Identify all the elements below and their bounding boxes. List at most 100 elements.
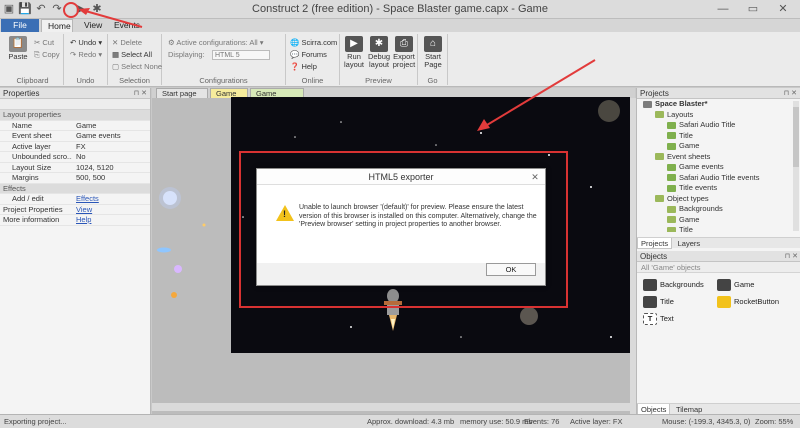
property-row[interactable]: Margins 500, 500 <box>0 173 150 184</box>
property-grid: Layout properties Name Game Event sheet Game… <box>0 110 150 226</box>
pin-close-icon[interactable]: ⊓ ✕ <box>784 88 797 99</box>
export-project-button[interactable]: ⎙ Export project <box>392 36 416 69</box>
property-value[interactable]: No <box>72 152 150 162</box>
paste-button[interactable]: 📋 Paste <box>6 36 30 61</box>
property-row[interactable]: More information Help <box>0 215 150 226</box>
property-value[interactable]: 500, 500 <box>72 173 150 183</box>
minimize-icon[interactable]: — <box>710 1 736 17</box>
canvas-horizontal-scrollbar[interactable] <box>152 403 630 411</box>
scroll-thumb[interactable] <box>793 107 799 167</box>
status-mouse: Mouse: (-199.3, 4345.3, 0) <box>662 417 751 426</box>
tree-node-label: Game <box>679 214 700 224</box>
displaying-label: Displaying: <box>168 50 205 59</box>
close-icon[interactable]: ✕ <box>529 171 541 183</box>
property-value[interactable]: Game <box>72 121 150 131</box>
tree-node[interactable]: Safari Audio Title events <box>637 173 794 184</box>
tree-node[interactable]: Game <box>637 141 794 152</box>
run-layout-label: Run layout <box>343 52 364 69</box>
tree-node[interactable]: Event sheets <box>637 152 794 163</box>
property-category[interactable]: Layout properties <box>0 110 150 121</box>
pin-close-icon[interactable]: ⊓ ✕ <box>134 88 147 99</box>
help-link[interactable]: ❓ Help <box>290 62 317 71</box>
objects-tabs: Objects Tilemap <box>637 403 800 415</box>
debug-layout-button[interactable]: ✱ Debug layout <box>367 36 391 69</box>
tree-node[interactable]: Game <box>637 215 794 226</box>
dialog-title: HTML5 exporter <box>257 169 545 185</box>
property-row[interactable]: Add / edit Effects <box>0 194 150 205</box>
select-none-button[interactable]: ▢ Select None <box>112 62 162 71</box>
folder-icon <box>655 153 664 161</box>
close-icon[interactable]: ✕ <box>770 1 796 17</box>
object-label: Title <box>660 296 674 306</box>
start-page-button[interactable]: ⌂ Start Page <box>421 36 445 69</box>
objects-filter[interactable]: All 'Game' objects <box>637 262 800 273</box>
tab-home[interactable]: Home <box>41 19 73 32</box>
tree-node[interactable]: Game events <box>637 162 794 173</box>
planet <box>598 100 620 122</box>
projects-panel: Projects ⊓ ✕ Space Blaster* Layouts Safari … <box>636 88 800 415</box>
select-all-button[interactable]: ▦ Select All <box>112 50 152 59</box>
redo-button[interactable]: ↷ Redo ▾ <box>70 50 102 59</box>
property-row[interactable]: Active layer FX <box>0 142 150 152</box>
object-text[interactable]: T Text <box>643 313 674 325</box>
object-rocketbutton[interactable]: RocketButton <box>717 296 779 308</box>
displaying-select[interactable]: HTML 5 <box>212 50 270 60</box>
property-row[interactable]: Unbounded scro... No <box>0 152 150 163</box>
tree-node[interactable]: Safari Audio Title <box>637 120 794 131</box>
objects-header: Objects ⊓ ✕ <box>637 251 800 262</box>
star <box>590 186 592 188</box>
tab-layers[interactable]: Layers <box>675 238 704 249</box>
delete-button[interactable]: ✕ Delete <box>112 38 142 47</box>
ok-button[interactable]: OK <box>486 263 536 276</box>
tree-node[interactable]: Title <box>637 225 794 232</box>
pin-close-icon[interactable]: ⊓ ✕ <box>785 251 798 262</box>
undo-label: Undo <box>78 38 97 47</box>
property-value[interactable]: FX <box>72 142 150 152</box>
object-backgrounds[interactable]: Backgrounds <box>643 279 704 291</box>
projects-tabs: Projects Layers <box>637 237 800 249</box>
active-configurations[interactable]: ⚙ Active configurations: All ▾ <box>168 38 264 47</box>
star <box>610 336 612 338</box>
scirra-link[interactable]: 🌐 Scirra.com <box>290 38 337 47</box>
projects-scrollbar[interactable] <box>793 101 799 231</box>
tab-start-page[interactable]: Start page <box>156 88 208 98</box>
tree-node[interactable]: Object types <box>637 194 794 205</box>
folder-icon <box>717 279 731 291</box>
tab-projects[interactable]: Projects <box>637 238 673 249</box>
offscreen-sprites <box>157 187 206 298</box>
star <box>480 132 482 134</box>
tab-file[interactable]: File <box>1 19 39 32</box>
folder-icon <box>667 226 676 232</box>
property-value[interactable]: 1024, 5120 <box>72 163 150 173</box>
tab-view[interactable]: View <box>78 19 108 32</box>
tab-events[interactable]: Events <box>108 19 146 32</box>
tree-node[interactable]: Layouts <box>637 110 794 121</box>
debug-layout-label: Debug layout <box>367 52 391 69</box>
property-link[interactable]: View <box>72 205 150 215</box>
property-row[interactable]: Project Properties View <box>0 205 150 215</box>
tree-node[interactable]: Space Blaster* <box>637 99 794 110</box>
run-layout-button[interactable]: ▶ Run layout <box>342 36 366 69</box>
property-category[interactable]: Effects <box>0 183 150 194</box>
cut-label: Cut <box>42 38 55 47</box>
property-link[interactable]: Effects <box>72 194 150 204</box>
tree-node[interactable]: Title events <box>637 183 794 194</box>
object-title[interactable]: Title <box>643 296 674 308</box>
tree-node[interactable]: Backgrounds <box>637 204 794 215</box>
undo-button[interactable]: ↶ Undo ▾ <box>70 38 102 47</box>
group-preview: ▶ Run layout ✱ Debug layout ⎙ Export projec… <box>340 34 418 85</box>
property-row[interactable]: Name Game <box>0 121 150 131</box>
property-row[interactable]: Event sheet Game events <box>0 131 150 142</box>
maximize-icon[interactable]: ▭ <box>740 1 766 17</box>
property-value[interactable]: Game events <box>72 131 150 141</box>
group-label: Online <box>301 76 324 85</box>
group-undo: ↶ Undo ▾ ↷ Redo ▾ Undo <box>64 34 108 85</box>
tree-node[interactable]: Title <box>637 131 794 142</box>
copy-button[interactable]: ⎘ Copy <box>34 50 60 60</box>
cut-button[interactable]: ✂ Cut <box>34 38 54 47</box>
forums-link[interactable]: 💬 Forums <box>290 50 327 59</box>
glow-sprite <box>202 223 206 227</box>
property-row[interactable]: Layout Size 1024, 5120 <box>0 163 150 173</box>
property-link[interactable]: Help <box>72 215 150 225</box>
object-game[interactable]: Game <box>717 279 754 291</box>
